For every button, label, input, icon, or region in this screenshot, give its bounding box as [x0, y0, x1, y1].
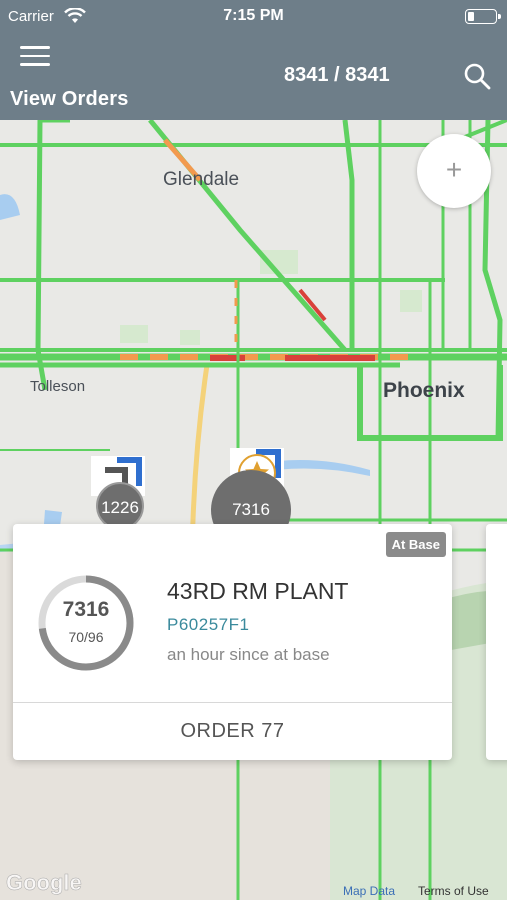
terms-of-use-link[interactable]: Terms of Use: [418, 884, 489, 898]
plant-name: 43RD RM PLANT: [167, 578, 349, 604]
status-badge: At Base: [385, 532, 446, 557]
clock: 7:15 PM: [223, 7, 284, 24]
ticket-id[interactable]: P60257F1: [167, 615, 249, 635]
map-label-glendale: Glendale: [163, 169, 240, 190]
load-progress-gauge: [38, 575, 134, 671]
status-bar: Carrier 7:15 PM: [0, 0, 507, 34]
order-button[interactable]: ORDER 77: [13, 703, 452, 760]
zoom-in-button[interactable]: +: [417, 134, 491, 208]
map-view[interactable]: Glendale Tolleson Phoenix W + 1226 7316 …: [0, 120, 507, 900]
since-text: an hour since at base: [167, 645, 330, 664]
search-icon[interactable]: [463, 62, 491, 90]
map-label-phoenix: Phoenix: [383, 379, 465, 402]
google-logo: Google: [6, 870, 82, 896]
load-fraction: 70/96: [68, 629, 104, 645]
truck-number: 7316: [62, 598, 110, 621]
app-header: View Orders 8341 / 8341: [0, 34, 507, 120]
order-count: 8341 / 8341: [284, 64, 390, 86]
next-card-peek[interactable]: [486, 524, 507, 760]
truck-cluster-marker[interactable]: 1226: [96, 482, 144, 530]
truck-order-card[interactable]: At Base 7316 70/96 43RD RM PLANT P60257F…: [13, 524, 452, 760]
battery-icon: [465, 9, 501, 24]
hamburger-menu-icon[interactable]: [20, 46, 50, 68]
map-label-tolleson: Tolleson: [30, 378, 86, 395]
page-title: View Orders: [10, 88, 129, 110]
map-data-link[interactable]: Map Data: [343, 884, 395, 898]
